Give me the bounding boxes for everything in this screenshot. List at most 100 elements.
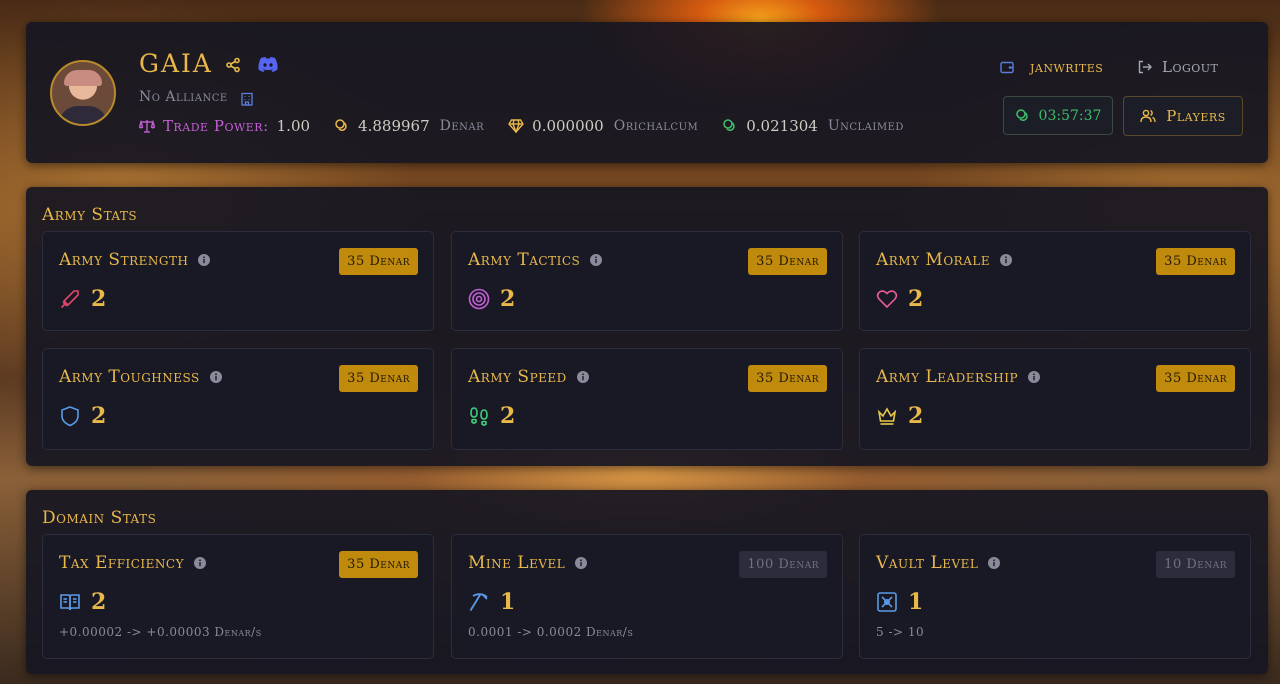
stat-title-text: Army Strength — [59, 250, 189, 270]
info-icon[interactable] — [198, 254, 211, 266]
share-icon[interactable] — [225, 57, 241, 77]
upgrade-cost-button[interactable]: 35 Denar — [339, 248, 418, 275]
stat-value: 2 — [59, 403, 106, 429]
upgrade-cost-button[interactable]: 35 Denar — [1156, 365, 1235, 392]
upgrade-cost-button[interactable]: 35 Denar — [339, 551, 418, 578]
orichalcum-value: 0.000000 — [532, 117, 604, 135]
crown-icon — [877, 407, 897, 425]
pickaxe-icon — [469, 593, 488, 611]
timer-value: 03:57:37 — [1038, 107, 1102, 124]
denar-balance: 4.889967 Denar — [334, 117, 484, 135]
trade-power-value: 1.00 — [276, 117, 311, 135]
wallet-icon — [1000, 61, 1014, 74]
vault-icon — [877, 592, 897, 612]
users-icon — [1140, 109, 1156, 123]
stat-title-text: Tax Efficiency — [59, 553, 185, 573]
scale-icon — [139, 119, 155, 133]
stat-value-text: 2 — [500, 403, 516, 429]
denar-value: 4.889967 — [358, 117, 430, 135]
domain-stats-panel: Domain Stats Tax Efficiency 35 Denar 2 +… — [26, 490, 1268, 674]
stat-title-text: Vault Level — [876, 553, 979, 573]
stat-value-text: 2 — [908, 403, 924, 429]
wallet-label: janwrites — [1030, 58, 1104, 76]
info-icon[interactable] — [209, 371, 222, 383]
trade-power: Trade Power: 1.00 — [139, 117, 310, 135]
sword-icon — [60, 290, 79, 309]
info-icon[interactable] — [1028, 371, 1041, 383]
player-name: GAIA — [139, 49, 213, 78]
upgrade-cost-button[interactable]: 35 Denar — [748, 365, 827, 392]
players-button[interactable]: Players — [1123, 96, 1243, 136]
resources-row: Trade Power: 1.00 4.889967 Denar 0.00000… — [139, 116, 928, 136]
stat-value: 1 — [876, 589, 923, 615]
stat-title: Army Morale — [876, 250, 1013, 270]
avatar-shirt — [58, 106, 108, 124]
stat-description: +0.00002 -> +0.00003 Denar/s — [59, 625, 262, 639]
book-icon — [60, 594, 80, 611]
upgrade-cost-button[interactable]: 100 Denar — [739, 551, 827, 578]
discord-icon[interactable] — [257, 56, 279, 77]
stat-value-text: 2 — [91, 403, 107, 429]
stat-card-army-speed: Army Speed 35 Denar 2 — [451, 348, 843, 450]
stat-title: Mine Level — [468, 553, 588, 573]
stat-title-text: Army Speed — [468, 367, 567, 387]
stat-title: Tax Efficiency — [59, 553, 207, 573]
info-icon[interactable] — [1000, 254, 1013, 266]
stat-card-army-morale: Army Morale 35 Denar 2 — [859, 231, 1251, 331]
logout-button[interactable]: Logout — [1138, 58, 1218, 76]
trade-power-label: Trade Power: — [163, 117, 269, 135]
stat-title-text: Army Toughness — [59, 367, 200, 387]
players-label: Players — [1166, 107, 1226, 125]
stat-value: 1 — [468, 589, 515, 615]
shield-icon — [61, 406, 79, 427]
info-icon[interactable] — [575, 557, 588, 569]
stat-title-text: Army Morale — [876, 250, 991, 270]
upgrade-cost-button[interactable]: 35 Denar — [339, 365, 418, 392]
stat-card-army-leadership: Army Leadership 35 Denar 2 — [859, 348, 1251, 450]
stat-value: 2 — [59, 589, 106, 615]
stat-value: 2 — [468, 403, 515, 429]
stat-title: Army Tactics — [468, 250, 603, 270]
denar-unit: Denar — [439, 118, 485, 134]
stat-card-army-strength: Army Strength 35 Denar 2 — [42, 231, 434, 331]
stat-value-text: 2 — [908, 286, 924, 312]
stat-title-text: Army Leadership — [876, 367, 1019, 387]
stat-value: 2 — [876, 286, 923, 312]
orichalcum-unit: Orichalcum — [613, 118, 699, 134]
logout-label: Logout — [1162, 58, 1219, 76]
stat-title: Army Strength — [59, 250, 211, 270]
logout-icon — [1138, 60, 1152, 74]
heart-icon — [876, 290, 898, 309]
coins-icon — [723, 119, 735, 132]
stat-title: Army Leadership — [876, 367, 1041, 387]
stat-value-text: 2 — [91, 589, 107, 615]
target-icon — [468, 288, 490, 310]
avatar-hat — [64, 70, 102, 86]
stat-value-text: 2 — [500, 286, 516, 312]
info-icon[interactable] — [194, 557, 207, 569]
avatar[interactable] — [50, 60, 116, 126]
unclaimed-unit: Unclaimed — [827, 118, 904, 134]
stat-value: 2 — [468, 286, 515, 312]
info-icon[interactable] — [988, 557, 1001, 569]
info-icon[interactable] — [590, 254, 603, 266]
info-icon[interactable] — [576, 371, 589, 383]
stat-value-text: 1 — [500, 589, 516, 615]
stat-value-text: 2 — [91, 286, 107, 312]
stat-title-text: Army Tactics — [468, 250, 581, 270]
stat-value-text: 1 — [908, 589, 924, 615]
orichalcum-balance: 0.000000 Orichalcum — [508, 117, 698, 135]
stat-card-tax-efficiency: Tax Efficiency 35 Denar 2 +0.00002 -> +0… — [42, 534, 434, 659]
stat-card-mine-level: Mine Level 100 Denar 1 0.0001 -> 0.0002 … — [451, 534, 843, 659]
alliance-label: No Alliance — [139, 89, 228, 105]
upgrade-cost-button[interactable]: 35 Denar — [1156, 248, 1235, 275]
upgrade-cost-button[interactable]: 35 Denar — [748, 248, 827, 275]
wallet-link[interactable]: janwrites — [1000, 58, 1103, 76]
coins-icon — [1015, 108, 1028, 121]
building-icon[interactable] — [240, 91, 254, 110]
claim-timer-button[interactable]: 03:57:37 — [1003, 96, 1113, 135]
stat-title-text: Mine Level — [468, 553, 566, 573]
upgrade-cost-button[interactable]: 10 Denar — [1156, 551, 1235, 578]
stat-card-army-tactics: Army Tactics 35 Denar 2 — [451, 231, 843, 331]
section-title-domain: Domain Stats — [42, 508, 157, 528]
